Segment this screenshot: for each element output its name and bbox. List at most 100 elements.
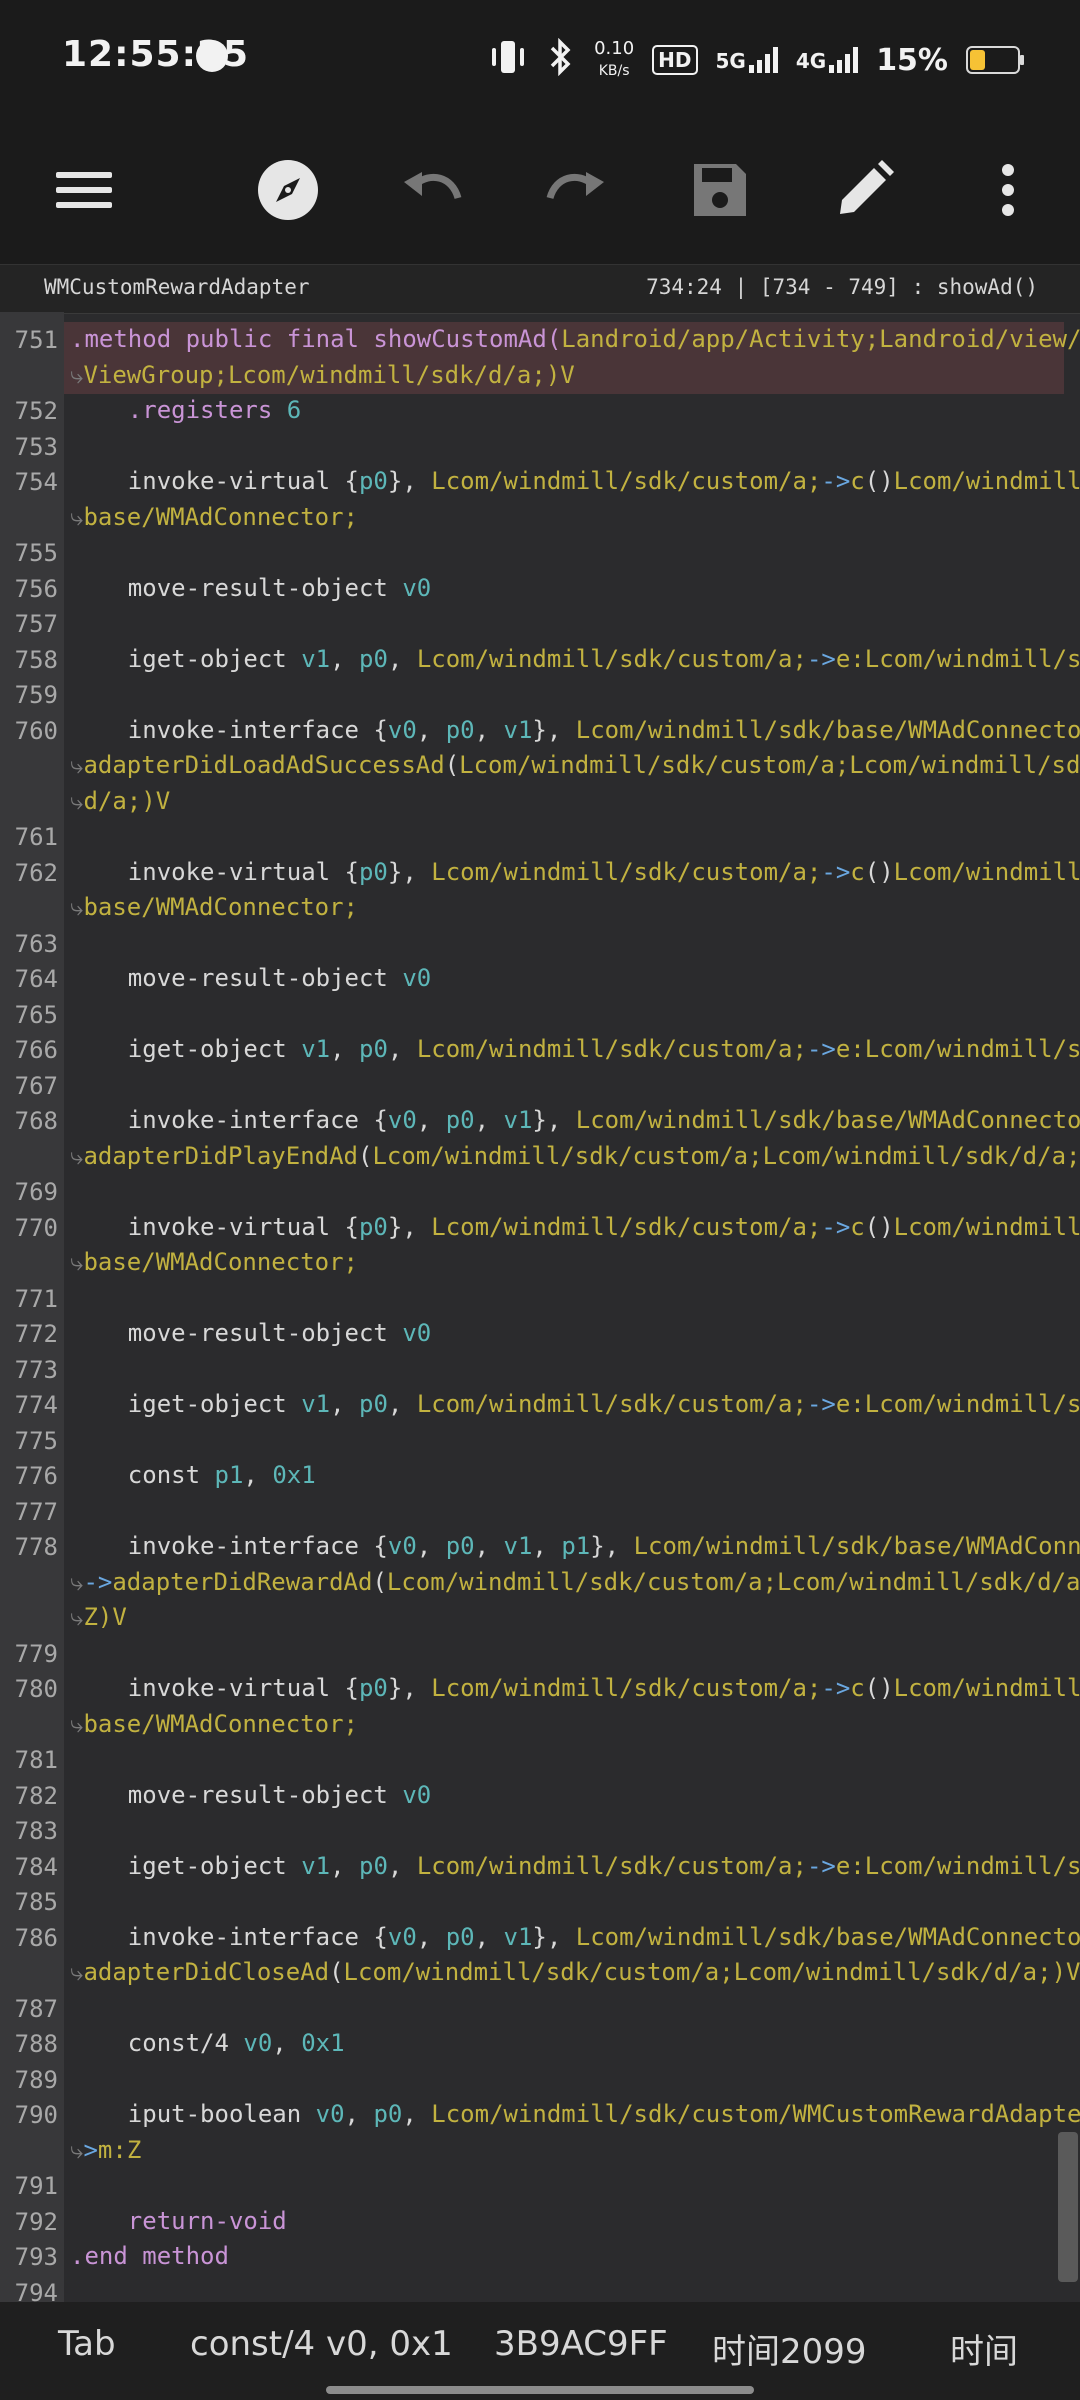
code-line[interactable]: 753 <box>0 429 1080 465</box>
code-line[interactable]: 787 <box>0 1991 1080 2027</box>
code-line[interactable]: 769 <box>0 1174 1080 1210</box>
code-line[interactable]: ⤷->adapterDidRewardAd(Lcom/windmill/sdk/… <box>0 1565 1080 1601</box>
code-text[interactable] <box>70 429 1080 465</box>
code-line[interactable]: 763 <box>0 926 1080 962</box>
code-text[interactable]: return-void <box>70 2204 1080 2240</box>
code-line[interactable]: 756 move-result-object v0 <box>0 571 1080 607</box>
code-text[interactable]: invoke-virtual {p0}, Lcom/windmill/sdk/c… <box>70 1210 1080 1246</box>
code-lines[interactable]: 751 .method public final showCustomAd(Lan… <box>0 322 1080 2302</box>
code-text[interactable]: .registers 6 <box>70 393 1080 429</box>
code-text[interactable]: iget-object v1, p0, Lcom/windmill/sdk/cu… <box>70 1387 1080 1423</box>
code-text[interactable]: ⤷->adapterDidRewardAd(Lcom/windmill/sdk/… <box>70 1565 1080 1601</box>
code-line[interactable]: 789 <box>0 2062 1080 2098</box>
code-line[interactable]: 764 move-result-object v0 <box>0 961 1080 997</box>
code-line[interactable]: 761 <box>0 819 1080 855</box>
code-text[interactable]: ⤷base/WMAdConnector; <box>70 1245 1080 1281</box>
code-text[interactable]: move-result-object v0 <box>70 571 1080 607</box>
code-text[interactable] <box>70 819 1080 855</box>
code-line[interactable]: ⤷base/WMAdConnector; <box>0 890 1080 926</box>
code-line[interactable]: ⤷adapterDidLoadAdSuccessAd(Lcom/windmill… <box>0 748 1080 784</box>
code-text[interactable] <box>70 1352 1080 1388</box>
code-text[interactable]: ⤷Z)V <box>70 1600 1080 1636</box>
code-line[interactable]: 778 invoke-interface {v0, p0, v1, p1}, L… <box>0 1529 1080 1565</box>
code-text[interactable] <box>70 1068 1080 1104</box>
code-line[interactable]: 766 iget-object v1, p0, Lcom/windmill/sd… <box>0 1032 1080 1068</box>
code-line[interactable]: 771 <box>0 1281 1080 1317</box>
code-text[interactable]: ⤷adapterDidLoadAdSuccessAd(Lcom/windmill… <box>70 748 1080 784</box>
code-text[interactable] <box>70 2168 1080 2204</box>
code-line[interactable]: 755 <box>0 535 1080 571</box>
code-text[interactable]: ⤷base/WMAdConnector; <box>70 500 1080 536</box>
code-text[interactable] <box>70 2275 1080 2303</box>
code-line[interactable]: 774 iget-object v1, p0, Lcom/windmill/sd… <box>0 1387 1080 1423</box>
code-line[interactable]: 782 move-result-object v0 <box>0 1778 1080 1814</box>
code-text[interactable]: ⤷d/a;)V <box>70 784 1080 820</box>
code-line[interactable]: ⤷base/WMAdConnector; <box>0 1245 1080 1281</box>
snippet-hex[interactable]: 3B9AC9FF <box>494 2324 668 2364</box>
code-text[interactable]: ⤷base/WMAdConnector; <box>70 1707 1080 1743</box>
code-line[interactable]: 772 move-result-object v0 <box>0 1316 1080 1352</box>
code-line[interactable]: 790 iput-boolean v0, p0, Lcom/windmill/s… <box>0 2097 1080 2133</box>
code-text[interactable] <box>70 926 1080 962</box>
code-line[interactable]: 751 .method public final showCustomAd(Lan… <box>0 322 1080 358</box>
code-line[interactable]: 784 iget-object v1, p0, Lcom/windmill/sd… <box>0 1849 1080 1885</box>
code-text[interactable] <box>70 1813 1080 1849</box>
code-text[interactable]: ⤷ViewGroup;Lcom/windmill/sdk/d/a;)V <box>70 358 1080 394</box>
code-text[interactable] <box>70 677 1080 713</box>
code-text[interactable]: move-result-object v0 <box>70 1778 1080 1814</box>
code-line[interactable]: 792 return-void <box>0 2204 1080 2240</box>
code-text[interactable] <box>70 1991 1080 2027</box>
code-text[interactable] <box>70 1884 1080 1920</box>
code-text[interactable]: move-result-object v0 <box>70 1316 1080 1352</box>
code-text[interactable]: invoke-virtual {p0}, Lcom/windmill/sdk/c… <box>70 464 1080 500</box>
code-text[interactable] <box>70 1281 1080 1317</box>
code-text[interactable]: const/4 v0, 0x1 <box>70 2026 1080 2062</box>
code-text[interactable] <box>70 1494 1080 1530</box>
code-text[interactable]: ⤷adapterDidPlayEndAd(Lcom/windmill/sdk/c… <box>70 1139 1080 1175</box>
snippet-time[interactable]: 时间 <box>950 2324 1018 2373</box>
code-line[interactable]: ⤷adapterDidPlayEndAd(Lcom/windmill/sdk/c… <box>0 1139 1080 1175</box>
code-text[interactable]: invoke-virtual {p0}, Lcom/windmill/sdk/c… <box>70 1671 1080 1707</box>
redo-button[interactable] <box>538 152 614 228</box>
code-line[interactable]: 754 invoke-virtual {p0}, Lcom/windmill/s… <box>0 464 1080 500</box>
code-line[interactable]: 762 invoke-virtual {p0}, Lcom/windmill/s… <box>0 855 1080 891</box>
code-line[interactable]: ⤷d/a;)V <box>0 784 1080 820</box>
code-text[interactable]: invoke-virtual {p0}, Lcom/windmill/sdk/c… <box>70 855 1080 891</box>
code-line[interactable]: 759 <box>0 677 1080 713</box>
code-text[interactable]: iget-object v1, p0, Lcom/windmill/sdk/cu… <box>70 1849 1080 1885</box>
code-line[interactable]: 794 <box>0 2275 1080 2303</box>
code-line[interactable]: ⤷Z)V <box>0 1600 1080 1636</box>
code-text[interactable] <box>70 535 1080 571</box>
more-options-button[interactable] <box>970 152 1046 228</box>
code-line[interactable]: 752 .registers 6 <box>0 393 1080 429</box>
code-line[interactable]: 781 <box>0 1742 1080 1778</box>
snippet-time-value[interactable]: 时间2099 <box>712 2324 867 2373</box>
code-text[interactable] <box>70 1742 1080 1778</box>
code-text[interactable]: ⤷base/WMAdConnector; <box>70 890 1080 926</box>
code-line[interactable]: ⤷adapterDidCloseAd(Lcom/windmill/sdk/cus… <box>0 1955 1080 1991</box>
code-text[interactable] <box>70 606 1080 642</box>
code-text[interactable]: iget-object v1, p0, Lcom/windmill/sdk/cu… <box>70 642 1080 678</box>
code-line[interactable]: 765 <box>0 997 1080 1033</box>
code-text[interactable]: iget-object v1, p0, Lcom/windmill/sdk/cu… <box>70 1032 1080 1068</box>
code-text[interactable]: ⤷adapterDidCloseAd(Lcom/windmill/sdk/cus… <box>70 1955 1080 1991</box>
code-line[interactable]: 773 <box>0 1352 1080 1388</box>
snippet-const[interactable]: const/4 v0, 0x1 <box>190 2324 453 2364</box>
code-line[interactable]: 760 invoke-interface {v0, p0, v1}, Lcom/… <box>0 713 1080 749</box>
code-line[interactable]: ⤷base/WMAdConnector; <box>0 500 1080 536</box>
code-line[interactable]: 785 <box>0 1884 1080 1920</box>
code-line[interactable]: 770 invoke-virtual {p0}, Lcom/windmill/s… <box>0 1210 1080 1246</box>
code-text[interactable]: .method public final showCustomAd(Landro… <box>70 322 1080 358</box>
navigate-button[interactable] <box>250 152 326 228</box>
menu-button[interactable] <box>46 152 122 228</box>
code-text[interactable] <box>70 1636 1080 1672</box>
code-text[interactable]: move-result-object v0 <box>70 961 1080 997</box>
code-text[interactable] <box>70 1174 1080 1210</box>
cursor-position[interactable]: 734:24 | [734 - 749] : showAd() <box>646 275 1038 299</box>
editor-scrollbar[interactable] <box>1058 2132 1078 2282</box>
code-line[interactable]: 793 .end method <box>0 2239 1080 2275</box>
code-text[interactable]: invoke-interface {v0, p0, v1, p1}, Lcom/… <box>70 1529 1080 1565</box>
code-text[interactable] <box>70 1423 1080 1459</box>
code-line[interactable]: 788 const/4 v0, 0x1 <box>0 2026 1080 2062</box>
code-line[interactable]: ⤷ViewGroup;Lcom/windmill/sdk/d/a;)V <box>0 358 1080 394</box>
